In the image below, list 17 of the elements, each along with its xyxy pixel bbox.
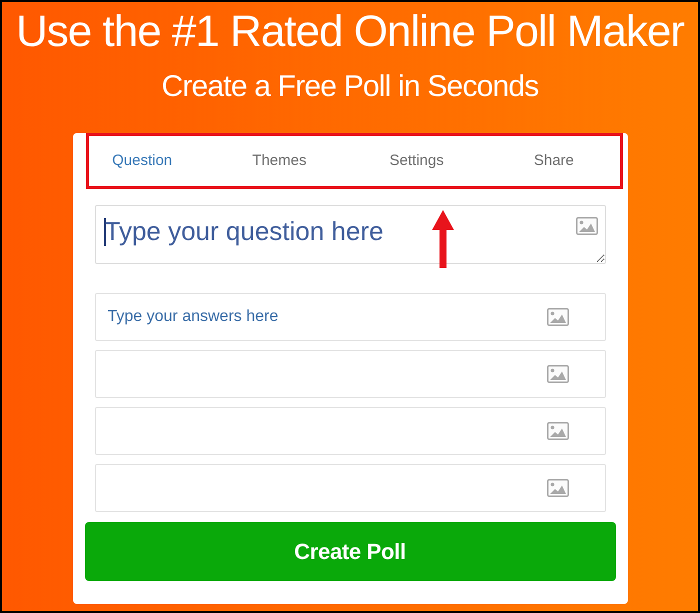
image-icon[interactable] [546,422,568,440]
question-field[interactable]: Type your question here [94,205,606,264]
create-poll-button[interactable]: Create Poll [84,522,616,581]
page-title: Use the #1 Rated Online Poll Maker [15,10,686,54]
answer-field[interactable] [94,350,606,398]
image-icon[interactable] [576,217,598,235]
answer-field[interactable] [94,407,606,455]
image-icon[interactable] [546,479,568,497]
page-subtitle: Create a Free Poll in Seconds [160,72,540,102]
image-icon[interactable] [546,308,568,326]
image-icon[interactable] [546,365,568,383]
answer-field[interactable] [94,464,606,512]
tab[interactable]: Themes [210,133,348,189]
answer-field[interactable]: Type your answers here [94,293,606,341]
tab[interactable]: Settings [348,133,486,189]
tab[interactable]: Share [485,133,622,189]
tab[interactable]: Question [74,133,211,189]
